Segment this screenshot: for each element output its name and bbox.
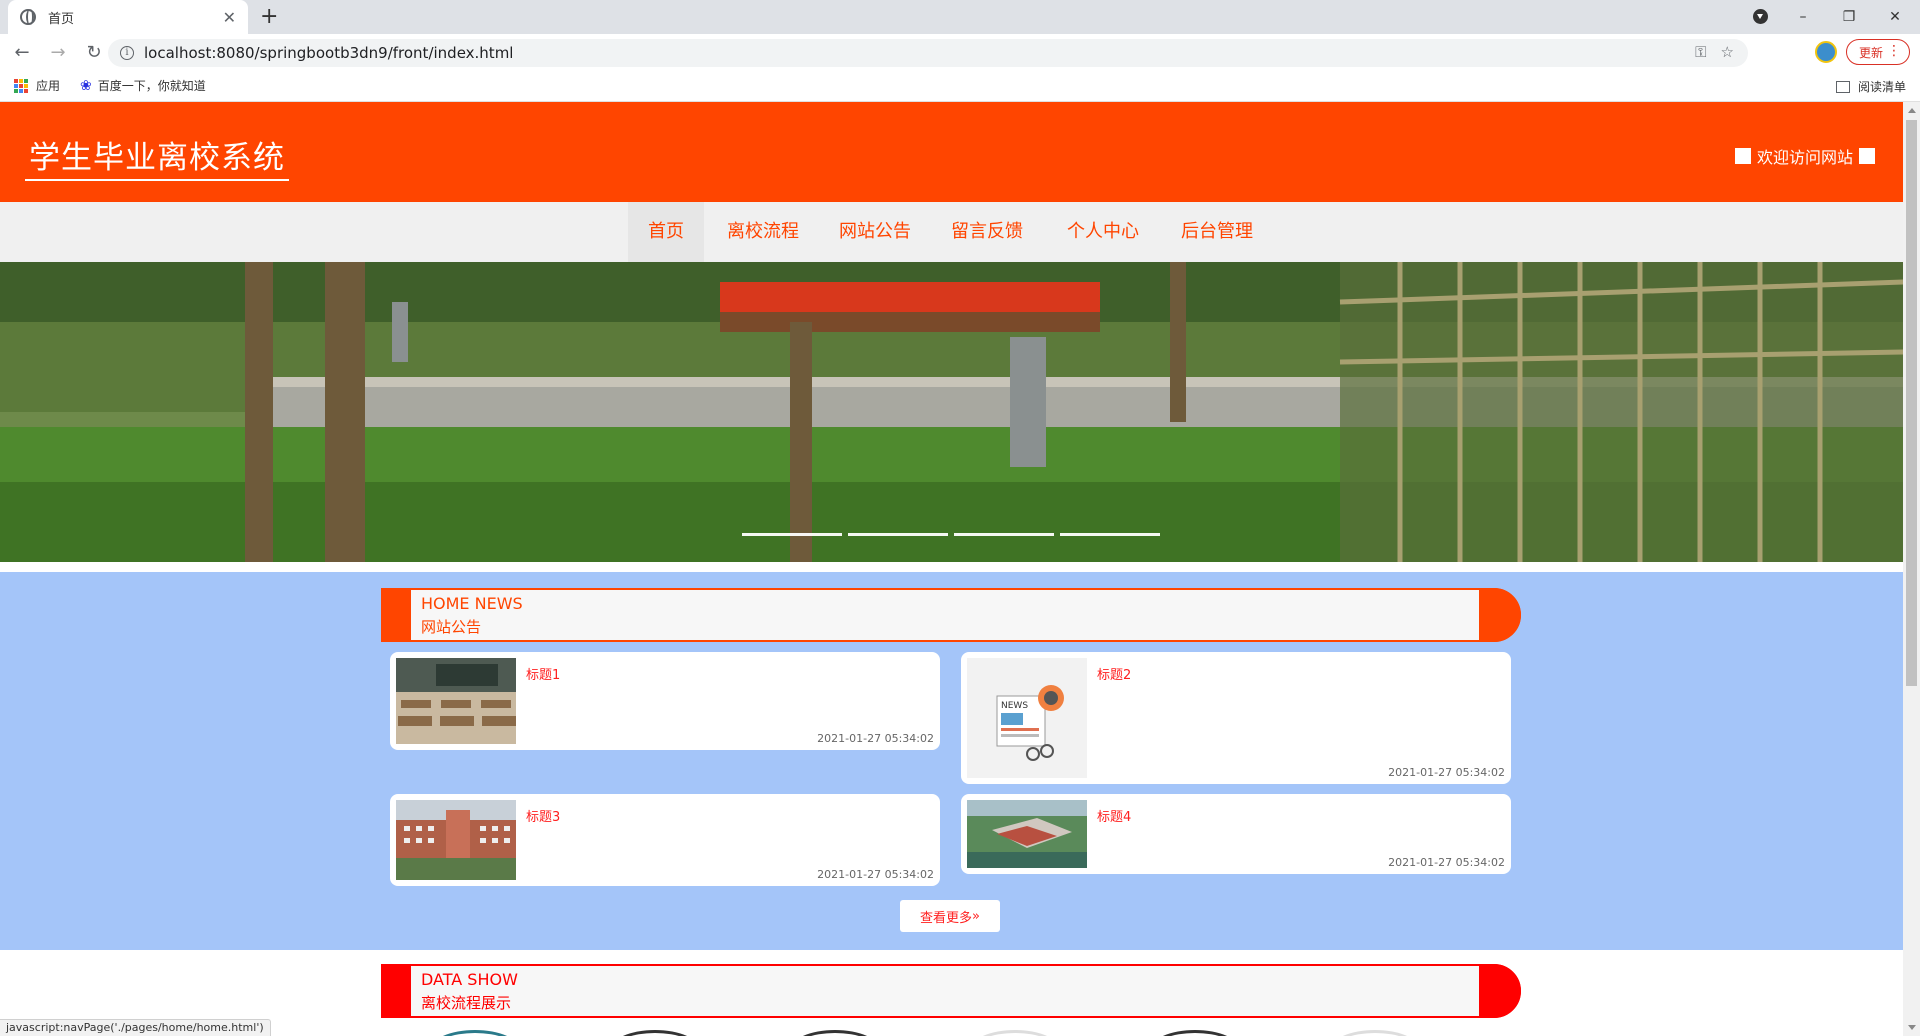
header-accent-right (1479, 964, 1521, 1018)
nav-item-personal-center[interactable]: 个人中心 (1058, 202, 1148, 262)
nav-item-announcements[interactable]: 网站公告 (830, 202, 920, 262)
site-title: 学生毕业离校系统 (25, 132, 289, 181)
carousel-dot[interactable] (742, 533, 842, 536)
minimize-button[interactable]: – (1780, 9, 1826, 25)
news-card[interactable]: 标题4 2021-01-27 05:34:02 (961, 794, 1511, 874)
bookmark-label: 百度一下，你就知道 (97, 79, 206, 93)
data-show-section-header: DATA SHOW 离校流程展示 (381, 964, 1521, 1018)
close-tab-icon[interactable]: ✕ (223, 8, 236, 27)
news-title-cn: 网站公告 (421, 618, 482, 636)
news-section-header: HOME NEWS 网站公告 (381, 588, 1521, 642)
carousel-dot[interactable] (954, 533, 1054, 536)
banner-carousel[interactable] (0, 262, 1903, 562)
tab-title: 首页 (48, 11, 75, 27)
news-card[interactable]: NEWS 标题2 2021-01-27 05:34:02 (961, 652, 1511, 784)
process-circle[interactable] (610, 1030, 700, 1036)
news-title[interactable]: 标题1 (526, 664, 560, 683)
svg-text:NEWS: NEWS (1001, 701, 1028, 711)
browser-tab-strip: 首页 ✕ + – ❐ ✕ (0, 0, 1920, 34)
campus-building-thumbnail (396, 800, 516, 880)
carousel-dot[interactable] (1060, 533, 1160, 536)
new-tab-button[interactable]: + (260, 4, 278, 29)
view-more-button[interactable]: 查看更多 » (900, 900, 1000, 932)
main-nav: 首页 离校流程 网站公告 留言反馈 个人中心 后台管理 (0, 202, 1903, 262)
reading-list-label: 阅读清单 (1857, 80, 1906, 94)
process-circle[interactable] (430, 1030, 520, 1036)
news-date: 2021-01-27 05:34:02 (1388, 766, 1505, 779)
campus-aerial-thumbnail (967, 800, 1087, 868)
site-header: 学生毕业离校系统 欢迎访问网站 (0, 102, 1903, 202)
news-card[interactable]: 标题1 2021-01-27 05:34:02 (390, 652, 940, 750)
scroll-down-arrow[interactable] (1908, 1025, 1916, 1030)
bookmark-apps[interactable]: 应用 (14, 77, 60, 94)
classroom-thumbnail (396, 658, 516, 744)
key-icon[interactable]: ⚿ (1695, 43, 1706, 61)
nav-item-leave-process[interactable]: 离校流程 (718, 202, 808, 262)
square-icon (1859, 148, 1875, 164)
reading-list-button[interactable]: 阅读清单 (1835, 78, 1906, 95)
view-more-label: 查看更多 (920, 910, 973, 926)
news-title-en: HOME NEWS (421, 594, 523, 613)
square-icon (1734, 148, 1751, 164)
bookmark-label: 应用 (36, 79, 61, 93)
bookmarks-bar: 应用 ❀ 百度一下，你就知道 阅读清单 (0, 70, 1920, 102)
page-scrollbar[interactable] (1903, 102, 1920, 1036)
data-show-title-en: DATA SHOW (421, 970, 518, 989)
bookmark-baidu[interactable]: ❀ 百度一下，你就知道 (80, 77, 206, 94)
header-accent-left (381, 588, 411, 642)
reload-button[interactable]: ↻ (80, 38, 108, 66)
scrollbar-thumb[interactable] (1906, 120, 1917, 686)
update-button[interactable]: 更新 ⋮ (1846, 39, 1910, 65)
header-accent-left (381, 964, 411, 1018)
site-info-icon[interactable]: i (120, 46, 134, 60)
baidu-paw-icon: ❀ (80, 77, 92, 94)
nav-item-feedback[interactable]: 留言反馈 (942, 202, 1032, 262)
address-bar[interactable]: i localhost:8080/springbootb3dn9/front/i… (108, 39, 1748, 67)
news-title[interactable]: 标题4 (1097, 806, 1131, 825)
browser-toolbar: ← → ↻ i localhost:8080/springbootb3dn9/f… (0, 34, 1920, 70)
news-illustration-thumbnail: NEWS (967, 658, 1087, 778)
news-date: 2021-01-27 05:34:02 (1388, 856, 1505, 869)
carousel-indicators (742, 533, 1160, 536)
more-menu-icon: ⋮ (1887, 43, 1901, 59)
process-circle[interactable] (790, 1030, 880, 1036)
nav-item-home[interactable]: 首页 (628, 202, 704, 262)
browser-tab[interactable]: 首页 ✕ (8, 0, 248, 34)
news-card[interactable]: 标题3 2021-01-27 05:34:02 (390, 794, 940, 886)
news-title[interactable]: 标题2 (1097, 664, 1131, 683)
welcome-label: 欢迎访问网站 (1756, 148, 1853, 167)
process-circle[interactable] (1150, 1030, 1240, 1036)
scroll-up-arrow[interactable] (1908, 108, 1916, 113)
apps-grid-icon (14, 78, 28, 93)
status-bar-url: javascript:navPage('./pages/home/home.ht… (0, 1019, 271, 1036)
campus-banner-image (0, 262, 1903, 562)
welcome-text: 欢迎访问网站 (1729, 144, 1881, 168)
update-label: 更新 (1859, 45, 1884, 60)
news-date: 2021-01-27 05:34:02 (817, 732, 934, 745)
profile-avatar[interactable] (1815, 41, 1837, 63)
process-circle[interactable] (970, 1030, 1060, 1036)
bookmark-star-icon[interactable]: ☆ (1721, 43, 1734, 61)
close-window-button[interactable]: ✕ (1872, 9, 1918, 25)
url-text: localhost:8080/springbootb3dn9/front/ind… (144, 44, 514, 62)
news-title[interactable]: 标题3 (526, 806, 560, 825)
process-circle[interactable] (1330, 1030, 1420, 1036)
reading-list-icon (1835, 80, 1850, 93)
data-show-title-cn: 离校流程展示 (421, 994, 512, 1012)
carousel-dot[interactable] (848, 533, 948, 536)
restore-button[interactable]: ❐ (1826, 9, 1872, 25)
double-chevron-right-icon: » (972, 908, 980, 924)
globe-icon (20, 9, 36, 25)
tab-search-icon[interactable] (1753, 9, 1768, 24)
nav-item-admin[interactable]: 后台管理 (1172, 202, 1262, 262)
forward-button[interactable]: → (44, 38, 72, 66)
news-date: 2021-01-27 05:34:02 (817, 868, 934, 881)
back-button[interactable]: ← (8, 38, 36, 66)
web-page: 学生毕业离校系统 欢迎访问网站 首页 离校流程 网站公告 留言反馈 个人中心 后… (0, 102, 1903, 1036)
